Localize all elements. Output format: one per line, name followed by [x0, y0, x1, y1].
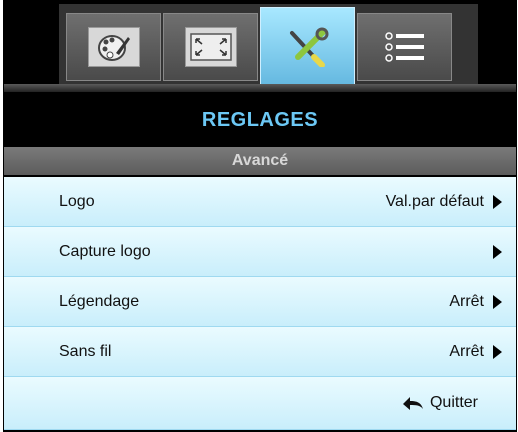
- menu-item-capture-logo[interactable]: Capture logo: [4, 227, 516, 277]
- back-arrow-icon: [402, 397, 423, 410]
- tab-display[interactable]: [163, 13, 258, 81]
- tab-setup[interactable]: [260, 7, 355, 87]
- page-title: REGLAGES: [201, 108, 319, 131]
- menu-item-legendage[interactable]: Légendage Arrêt: [4, 277, 516, 327]
- chevron-right-icon: [493, 245, 502, 259]
- tab-bar: [59, 4, 478, 87]
- tools-icon: [282, 27, 334, 67]
- chevron-right-icon: [493, 345, 502, 359]
- quit-button[interactable]: Quitter: [402, 394, 478, 412]
- divider: [4, 84, 516, 92]
- tab-image[interactable]: [66, 13, 161, 81]
- quit-label: Quitter: [429, 394, 478, 411]
- menu-list: Logo Val.par défaut Capture logo Légenda…: [4, 177, 516, 430]
- menu-item-logo[interactable]: Logo Val.par défaut: [4, 177, 516, 227]
- chevron-right-icon: [493, 195, 502, 209]
- osd-menu: REGLAGES Avancé Logo Val.par défaut Capt…: [3, 0, 517, 432]
- menu-footer: Quitter: [4, 377, 516, 430]
- tab-options[interactable]: [357, 13, 452, 81]
- menu-item-label: Logo: [59, 192, 95, 210]
- list-icon: [379, 27, 431, 67]
- menu-item-label: Sans fil: [59, 342, 112, 360]
- chevron-right-icon: [493, 295, 502, 309]
- menu-item-label: Capture logo: [59, 242, 151, 260]
- menu-item-value: Val.par défaut: [385, 192, 484, 210]
- menu-item-sans-fil[interactable]: Sans fil Arrêt: [4, 327, 516, 377]
- menu-item-value: Arrêt: [449, 292, 484, 310]
- section-header: Avancé: [4, 147, 516, 175]
- palette-icon: [87, 27, 140, 67]
- menu-item-label: Légendage: [59, 292, 140, 310]
- fullscreen-icon: [184, 27, 237, 67]
- menu-item-value: Arrêt: [449, 342, 484, 360]
